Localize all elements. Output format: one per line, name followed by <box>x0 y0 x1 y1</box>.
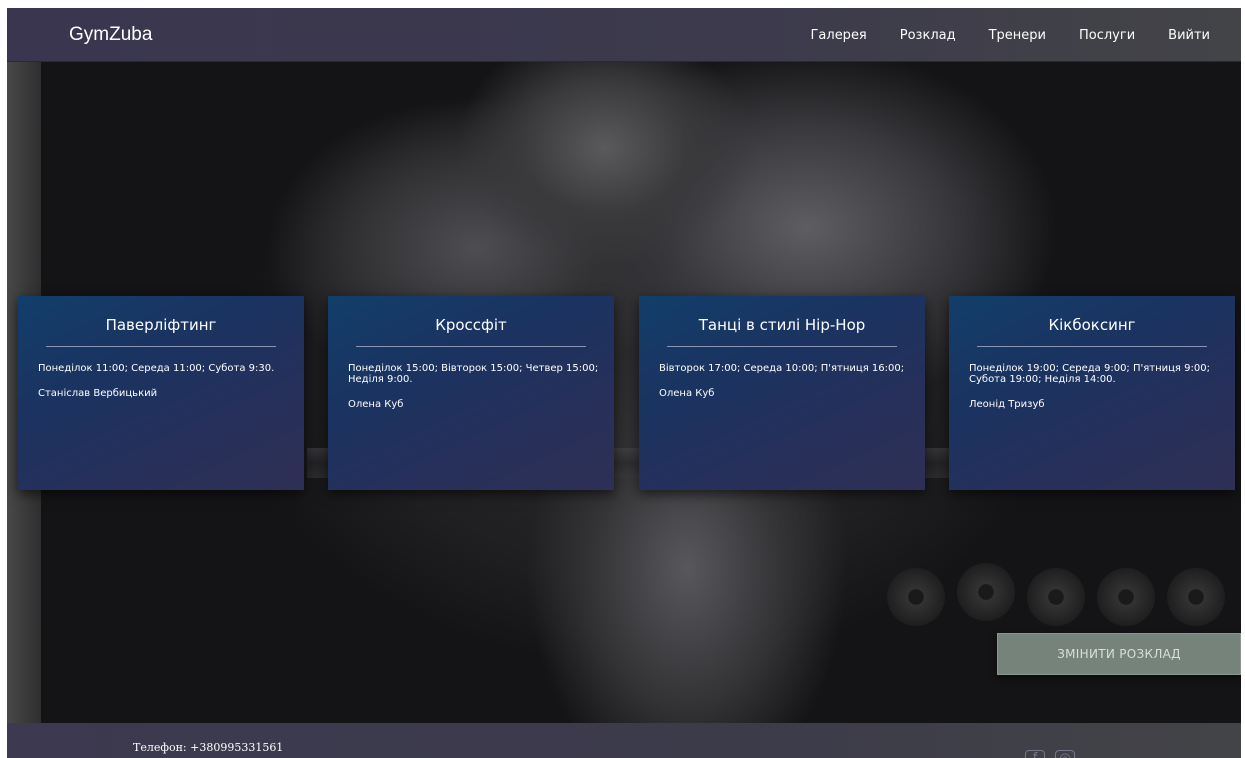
change-schedule-button[interactable]: ЗМІНИТИ РОЗКЛАД <box>997 633 1241 675</box>
card-title: Паверліфтинг <box>46 296 276 347</box>
card-title: Кікбоксинг <box>977 296 1207 347</box>
card-schedule-times: Понеділок 15:00; Вівторок 15:00; Четвер … <box>348 363 599 385</box>
card-schedule-times: Вівторок 17:00; Середа 10:00; П'ятниця 1… <box>659 363 905 374</box>
nav-gallery[interactable]: Галерея <box>810 28 866 43</box>
nav-trainers[interactable]: Тренери <box>989 28 1046 43</box>
main-nav: Галерея Розклад Тренери Послуги Вийти <box>810 28 1241 43</box>
card-coach-name: Олена Куб <box>659 388 715 399</box>
nav-logout[interactable]: Вийти <box>1168 28 1210 43</box>
page-frame: GymZuba Галерея Розклад Тренери Послуги … <box>7 8 1241 758</box>
schedule-card-crossfit: Кроссфіт Понеділок 15:00; Вівторок 15:00… <box>328 296 614 490</box>
card-coach-name: Леонід Тризуб <box>969 399 1045 410</box>
card-schedule-times: Понеділок 19:00; Середа 9:00; П'ятниця 9… <box>969 363 1210 385</box>
card-coach-name: Олена Куб <box>348 399 404 410</box>
nav-services[interactable]: Послуги <box>1079 28 1135 43</box>
hero-weight-plate <box>887 568 945 626</box>
card-coach-name: Станіслав Вербицький <box>38 388 158 399</box>
footer-phone: Телефон: +380995331561 <box>133 741 284 754</box>
card-schedule-times: Понеділок 11:00; Середа 11:00; Субота 9:… <box>38 363 275 374</box>
hero-weight-plate <box>957 563 1015 621</box>
schedule-card-hiphop: Танці в стилі Hip-Hop Вівторок 17:00; Се… <box>639 296 925 490</box>
card-title: Танці в стилі Hip-Hop <box>667 296 897 347</box>
schedule-card-powerlifting: Паверліфтинг Понеділок 11:00; Середа 11:… <box>18 296 304 490</box>
schedule-card-kickboxing: Кікбоксинг Понеділок 19:00; Середа 9:00;… <box>949 296 1235 490</box>
hero-weight-plate <box>1027 568 1085 626</box>
card-title: Кроссфіт <box>356 296 586 347</box>
instagram-icon[interactable]: ◎ <box>1055 750 1075 758</box>
social-links: f ◎ <box>1025 750 1075 758</box>
site-footer: Телефон: +380995331561 f ◎ <box>7 723 1241 758</box>
facebook-icon[interactable]: f <box>1025 750 1045 758</box>
hero-weight-plate <box>1167 568 1225 626</box>
site-header: GymZuba Галерея Розклад Тренери Послуги … <box>7 8 1241 62</box>
hero-weight-plate <box>1097 568 1155 626</box>
nav-schedule[interactable]: Розклад <box>900 28 956 43</box>
site-logo[interactable]: GymZuba <box>69 24 152 46</box>
